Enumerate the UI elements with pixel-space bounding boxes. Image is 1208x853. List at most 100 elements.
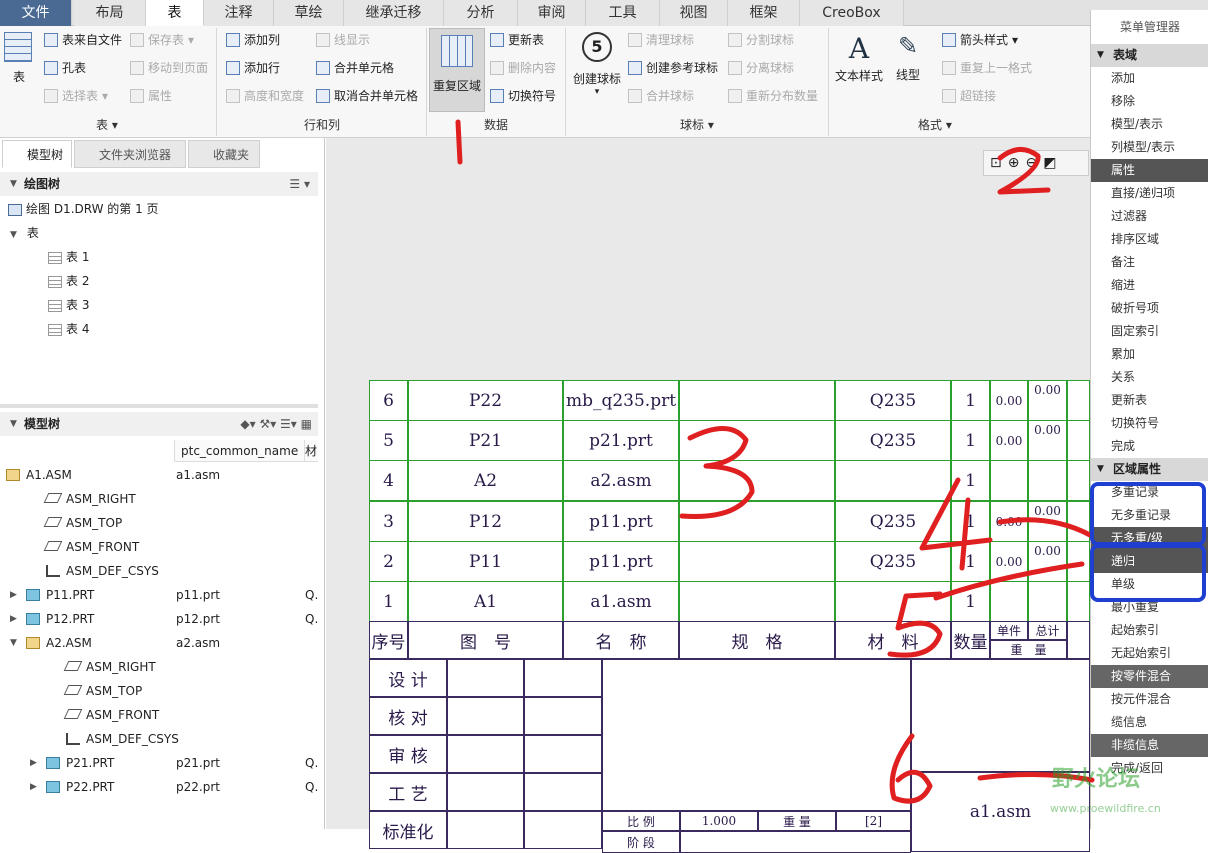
menu-manager-item[interactable]: 移除 [1091,90,1208,113]
model-tree-tools-icon[interactable]: ◆▾ ⚒▾ ☰▾ ▦ [240,412,312,436]
bom-cell-mat[interactable]: Q235 [835,501,951,542]
model-tree-row[interactable]: ASM_TOP [0,512,318,534]
delete-content-button[interactable]: 删除内容 [490,58,556,78]
tab-file[interactable]: 文件 [0,0,72,26]
bom-cell-mat[interactable]: Q235 [835,420,951,461]
drawing-tree-header[interactable]: ▼ 绘图树 ☰ ▾ [0,172,318,196]
menu-manager-item[interactable]: 属性 [1091,159,1208,182]
model-tree-row[interactable]: ASM_FRONT [0,704,318,726]
panel-splitter[interactable] [0,404,318,408]
bom-cell-code[interactable]: P12 [408,501,563,542]
tree-item-table[interactable]: 表 2 [48,270,89,292]
menu-manager-item[interactable]: 最小重复 [1091,596,1208,619]
refit-icon[interactable]: ◩ [1043,155,1056,171]
bom-header-mat[interactable]: 材 料 [835,621,951,659]
add-row-button[interactable]: 添加行 [226,58,280,78]
expand-toggle-icon[interactable]: ▶ [30,776,37,798]
tab-legacy-migration[interactable]: 继承迁移 [344,0,444,26]
tree-item-table[interactable]: 表 3 [48,294,89,316]
tree-item-table[interactable]: 表 4 [48,318,89,340]
bom-cell-spec[interactable] [679,380,835,421]
model-tree-row[interactable]: ASM_TOP [0,680,318,702]
menu-manager-item[interactable]: 关系 [1091,366,1208,389]
title-block-label[interactable]: 标准化 [369,811,447,849]
title-block-label[interactable]: 设 计 [369,659,447,697]
expand-toggle-icon[interactable]: ▶ [10,584,17,606]
bom-header-qty[interactable]: 数量 [951,621,990,659]
bom-table[interactable]: 6 P22 mb_q235.prt Q235 1 0.00 0.00 5 P21 p21.prt Q… [369,380,1090,853]
bom-cell-qty[interactable]: 1 [951,501,990,542]
bom-cell-code[interactable]: A2 [408,460,563,501]
title-block-logo-area[interactable] [911,659,1090,772]
model-tree-row[interactable]: ASM_DEF_CSYS [0,728,318,750]
select-table-button[interactable]: 选择表 ▾ [44,86,108,106]
bom-cell-blank[interactable] [1067,380,1090,421]
height-width-button[interactable]: 高度和宽度 [226,86,304,106]
weight-label[interactable]: 重 量 [758,811,836,831]
split-balloons-button[interactable]: 分割球标 [728,30,794,50]
bom-cell-no[interactable]: 2 [369,541,408,582]
bom-header-total[interactable]: 总计 [1028,621,1067,640]
detach-balloons-button[interactable]: 分离球标 [728,58,794,78]
bom-cell-blank[interactable] [1067,541,1090,582]
menu-manager-item[interactable]: 起始索引 [1091,619,1208,642]
stage-cell[interactable] [680,831,911,853]
tab-annotate[interactable]: 注释 [204,0,274,26]
bom-cell-no[interactable]: 5 [369,420,408,461]
bom-cell-spec[interactable] [679,501,835,542]
switch-symbol-button[interactable]: 切换符号 [490,86,556,106]
menu-manager-item[interactable]: 排序区域 [1091,228,1208,251]
title-block-cell[interactable] [447,659,524,697]
bom-cell-total[interactable]: 0.00 [1028,380,1067,421]
zoom-window-icon[interactable]: ⊡ [990,155,1002,171]
menu-manager-item[interactable]: 模型/表示 [1091,113,1208,136]
bom-cell-name[interactable]: p11.prt [563,501,679,542]
model-tree-row[interactable]: ▼ A2.ASM a2.asm [0,632,318,654]
menu-manager-item[interactable]: 非缆信息 [1091,734,1208,757]
bom-cell-no[interactable]: 6 [369,380,408,421]
bom-cell-total[interactable]: 0.00 [1028,420,1067,461]
bom-cell-no[interactable]: 1 [369,581,408,622]
save-table-button[interactable]: 保存表 ▾ [130,30,194,50]
tab-table[interactable]: 表 [146,0,204,26]
tab-folder-browser[interactable]: 文件夹浏览器 [74,140,186,168]
menu-manager-item[interactable]: 按元件混合 [1091,688,1208,711]
bom-cell-name[interactable]: p21.prt [563,420,679,461]
title-block-cell[interactable] [524,735,602,773]
menu-manager-item[interactable]: 多重记录 [1091,481,1208,504]
title-block-label[interactable]: 工 艺 [369,773,447,811]
title-block-cell[interactable] [447,697,524,735]
menu-manager-item[interactable]: 单级 [1091,573,1208,596]
bom-cell-mat[interactable]: Q235 [835,541,951,582]
redistribute-qty-button[interactable]: 重新分布数量 [728,86,818,106]
model-tree-row[interactable]: ASM_DEF_CSYS [0,560,318,582]
add-column-button[interactable]: 添加列 [226,30,280,50]
bom-cell-spec[interactable] [679,460,835,501]
create-ref-balloon-button[interactable]: 创建参考球标 [628,58,718,78]
bom-cell-spec[interactable] [679,420,835,461]
bom-cell-qty[interactable]: 1 [951,420,990,461]
tree-item-table[interactable]: 表 1 [48,246,89,268]
model-tree-row[interactable]: ▶ P11.PRT p11.prt Q. [0,584,318,606]
tab-framework[interactable]: 框架 [728,0,800,26]
bom-cell-spec[interactable] [679,581,835,622]
bom-cell-code[interactable]: A1 [408,581,563,622]
model-tree-header[interactable]: ▼ 模型树 ◆▾ ⚒▾ ☰▾ ▦ [0,412,318,436]
bom-cell-unit[interactable]: 0.00 [990,501,1028,542]
bom-header-spec[interactable]: 规 格 [679,621,835,659]
bom-cell-mat[interactable] [835,581,951,622]
menu-manager-item[interactable]: 按零件混合 [1091,665,1208,688]
menu-manager-item[interactable]: 无起始索引 [1091,642,1208,665]
menu-section-region-attributes[interactable]: ▼ 区域属性 [1091,458,1208,481]
line-style-button[interactable]: ✎ 线型 [888,32,928,83]
bom-cell-blank[interactable] [1067,581,1090,622]
table-from-file-button[interactable]: 表来自文件 [44,30,122,50]
title-block-cell[interactable] [447,773,524,811]
tab-creobox[interactable]: CreoBox [800,0,904,26]
title-block-cell[interactable] [447,735,524,773]
bom-header-weight[interactable]: 重 量 [990,640,1067,659]
merge-cells-button[interactable]: 合并单元格 [316,58,394,78]
title-block-cell[interactable] [524,659,602,697]
menu-manager-item[interactable]: 固定索引 [1091,320,1208,343]
title-block-cell[interactable] [524,697,602,735]
